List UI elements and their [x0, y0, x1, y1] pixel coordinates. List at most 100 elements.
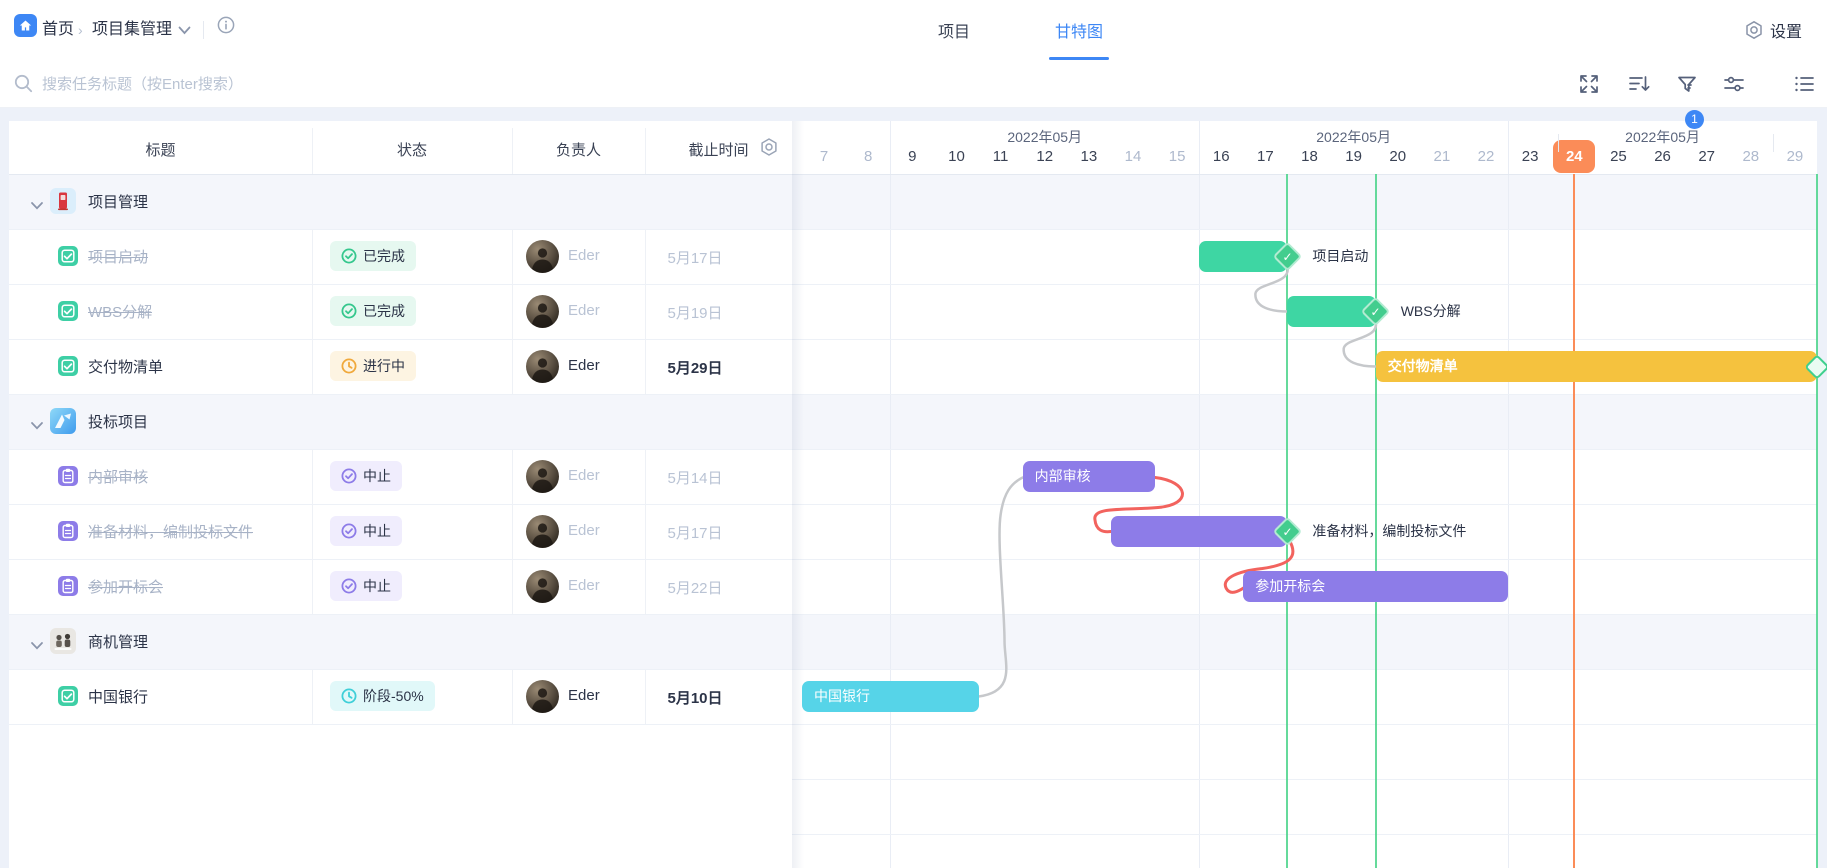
day-label: 20	[1383, 148, 1413, 165]
expand-icon[interactable]	[1577, 72, 1601, 96]
assignee-avatar	[526, 240, 559, 273]
status-label: 中止	[363, 521, 391, 541]
gantt-bar-label: 项目启动	[1312, 241, 1368, 272]
month-label: 2022年05月	[1625, 127, 1700, 147]
row-gridline	[792, 669, 1817, 670]
status-icon	[341, 523, 357, 539]
group-icon	[50, 188, 76, 214]
sort-icon[interactable]	[1627, 72, 1651, 96]
divider	[1773, 134, 1774, 152]
assignee-name: Eder	[568, 577, 600, 594]
day-label: 28	[1736, 148, 1766, 165]
row-gridline	[792, 229, 1817, 230]
teal-check-icon	[58, 686, 78, 706]
collapse-chevron-icon[interactable]	[30, 417, 44, 435]
divider	[1558, 134, 1559, 152]
status-icon	[341, 358, 357, 374]
row-gridline	[792, 339, 1817, 340]
search-input[interactable]	[40, 68, 644, 100]
day-label: 7	[809, 148, 839, 165]
search-icon	[14, 74, 33, 93]
today-badge: 24	[1553, 140, 1595, 173]
day-label: 26	[1648, 148, 1678, 165]
assignee-name: Eder	[568, 687, 600, 704]
column-header: 标题	[145, 139, 175, 160]
assignee-avatar	[526, 515, 559, 548]
row-gridline	[792, 449, 1817, 450]
status-badge: 已完成	[330, 296, 416, 326]
assignee-avatar	[526, 295, 559, 328]
gantt-bar[interactable]: 中国银行	[802, 681, 979, 712]
day-label: 29	[1780, 148, 1810, 165]
search-bar: 1	[0, 60, 1827, 108]
day-label: 14	[1118, 148, 1148, 165]
task-title: 准备材料，编制投标文件	[88, 521, 253, 542]
divider	[203, 21, 204, 39]
task-title: WBS分解	[88, 301, 152, 322]
breadcrumb-section[interactable]: 项目集管理	[92, 0, 172, 60]
gantt-bar[interactable]: 内部审核	[1023, 461, 1155, 492]
row-gridline	[792, 724, 1817, 725]
day-label: 22	[1471, 148, 1501, 165]
tab-gantt[interactable]: 甘特图	[1055, 0, 1103, 60]
day-label: 13	[1074, 148, 1104, 165]
teal-check-icon	[58, 301, 78, 321]
day-label: 19	[1339, 148, 1369, 165]
task-title: 交付物清单	[88, 356, 163, 377]
day-label: 21	[1427, 148, 1457, 165]
list-view-icon[interactable]	[1792, 72, 1816, 96]
table-gantt-divider	[792, 121, 804, 868]
gantt-bar[interactable]: 交付物清单	[1376, 351, 1817, 382]
day-label: 18	[1295, 148, 1325, 165]
task-title: 项目启动	[88, 246, 148, 267]
group-title: 投标项目	[88, 411, 148, 432]
settings-button[interactable]: 设置	[1744, 0, 1802, 60]
view-tabs: 项目 甘特图	[938, 0, 1103, 60]
day-label: 16	[1206, 148, 1236, 165]
task-title: 参加开标会	[88, 576, 163, 597]
breadcrumb-home[interactable]: 首页	[42, 0, 74, 60]
assignee-name: Eder	[568, 522, 600, 539]
home-icon[interactable]	[14, 14, 37, 37]
day-label: 15	[1162, 148, 1192, 165]
top-nav-bar: 首页 › 项目集管理 项目 甘特图 设置	[0, 0, 1827, 61]
collapse-chevron-icon[interactable]	[30, 637, 44, 655]
status-icon	[341, 578, 357, 594]
due-date: 5月29日	[645, 357, 745, 378]
group-title: 商机管理	[88, 631, 148, 652]
row-gridline	[792, 504, 1817, 505]
status-icon	[341, 468, 357, 484]
day-label: 27	[1692, 148, 1722, 165]
info-icon[interactable]	[217, 16, 235, 34]
day-label: 10	[941, 148, 971, 165]
assignee-avatar	[526, 680, 559, 713]
column-settings-button[interactable]	[754, 132, 784, 162]
chevron-down-icon[interactable]	[178, 26, 191, 35]
milestone-line	[1816, 174, 1818, 868]
assignee-name: Eder	[568, 302, 600, 319]
sliders-icon[interactable]	[1722, 72, 1746, 96]
status-label: 中止	[363, 466, 391, 486]
today-line	[1573, 174, 1575, 868]
column-header: 负责人	[556, 139, 601, 160]
filter-icon[interactable]	[1675, 72, 1699, 96]
filter-count-badge: 1	[1685, 110, 1704, 129]
row-gridline	[792, 834, 1817, 835]
week-gridline	[1508, 121, 1509, 868]
column-header: 截止时间	[688, 139, 748, 160]
due-date: 5月10日	[645, 687, 745, 708]
due-date: 5月17日	[645, 247, 745, 268]
day-label: 11	[986, 148, 1016, 165]
gantt-bar[interactable]	[1111, 516, 1288, 547]
day-label: 25	[1603, 148, 1633, 165]
collapse-chevron-icon[interactable]	[30, 197, 44, 215]
gantt-bar[interactable]: 参加开标会	[1243, 571, 1508, 602]
status-label: 中止	[363, 576, 391, 596]
row-gridline	[792, 559, 1817, 560]
status-badge: 中止	[330, 461, 402, 491]
week-gridline	[890, 121, 891, 868]
group-icon	[50, 628, 76, 654]
tab-project[interactable]: 项目	[938, 0, 970, 60]
assignee-name: Eder	[568, 467, 600, 484]
day-label: 23	[1515, 148, 1545, 165]
